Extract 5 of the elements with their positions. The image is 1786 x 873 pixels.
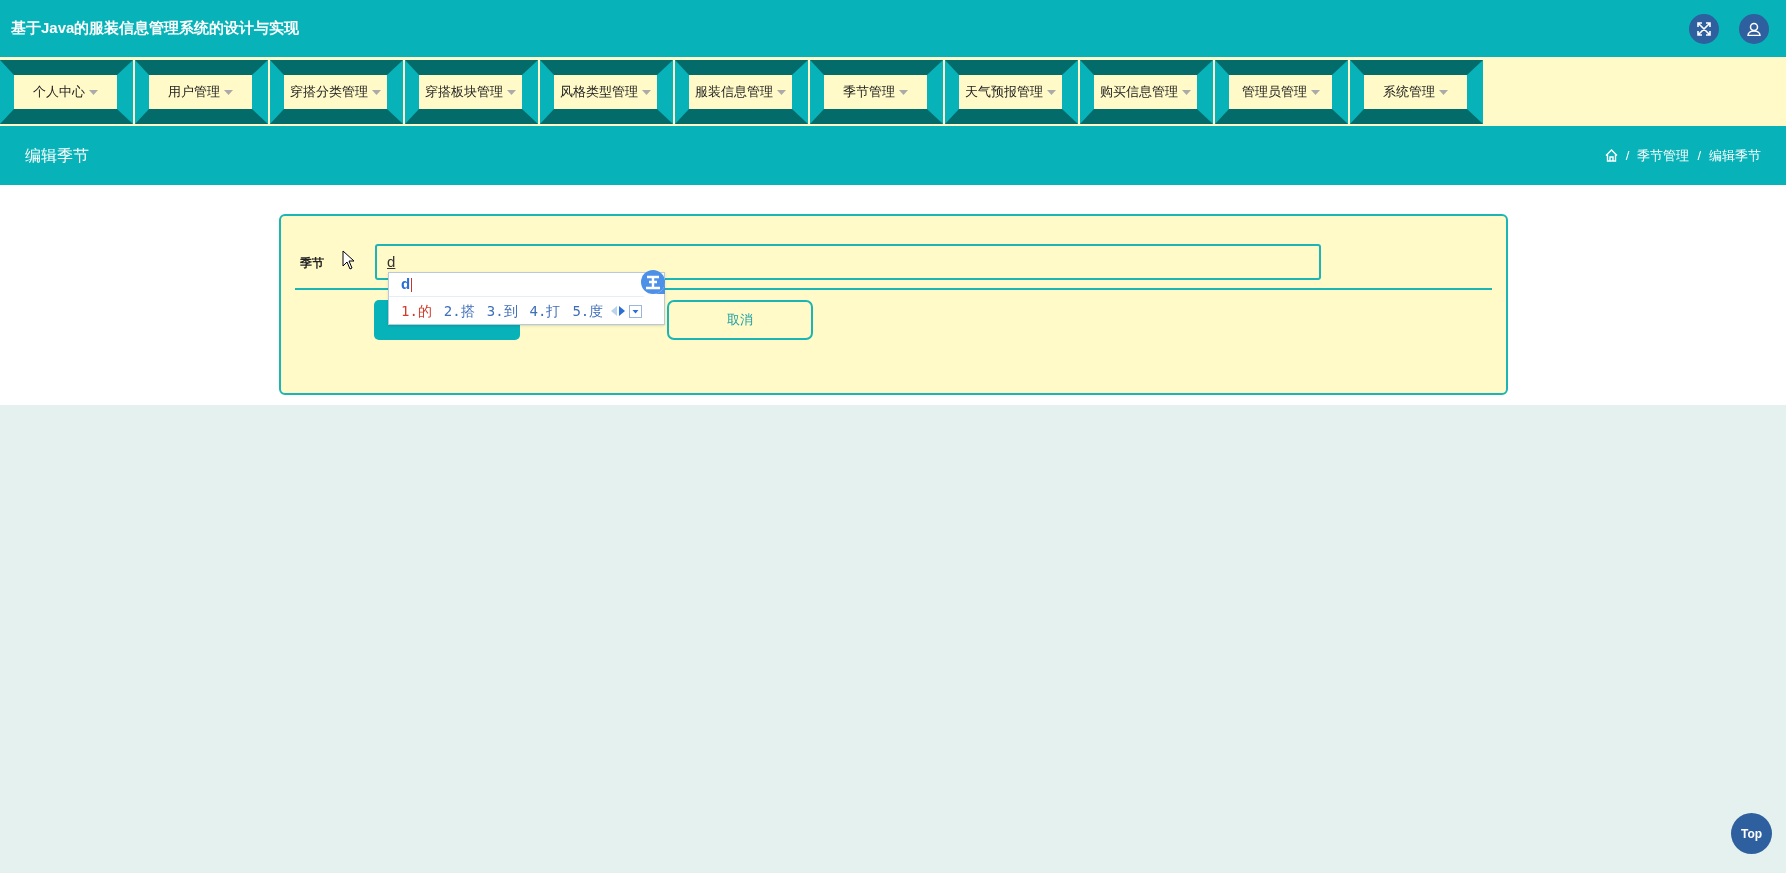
field-label: 季节 (300, 256, 324, 270)
breadcrumb-separator: / (1625, 146, 1630, 165)
page-title: 编辑季节 (25, 145, 89, 166)
app-title: 基于Java的服装信息管理系统的设计与实现 (11, 18, 300, 39)
breadcrumb-separator: / (1697, 146, 1701, 165)
